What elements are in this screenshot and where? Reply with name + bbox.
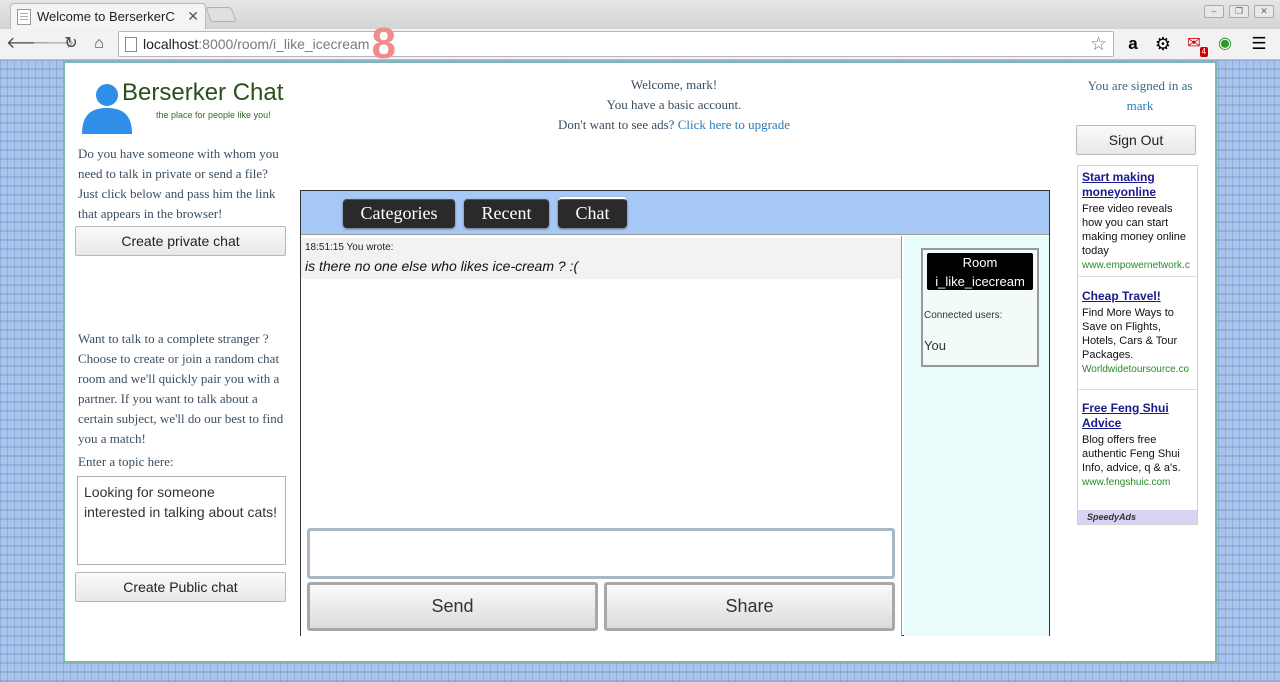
close-icon[interactable]: ✕ bbox=[187, 8, 199, 25]
tab-recent[interactable]: Recent bbox=[464, 199, 549, 228]
message-input[interactable] bbox=[307, 528, 895, 579]
tab-chat[interactable]: Chat bbox=[558, 197, 627, 228]
room-info-pane: Room i_like_icecream Connected users: Yo… bbox=[904, 236, 1049, 636]
topic-label: Enter a topic here: bbox=[78, 454, 174, 469]
site-tagline: the place for people like you! bbox=[156, 110, 271, 120]
address-bar[interactable]: localhost:8000/room/i_like_icecream 8 ☆ bbox=[118, 19, 1114, 68]
chat-tab-bar: Categories Recent Chat bbox=[301, 191, 1049, 235]
send-button[interactable]: Send bbox=[307, 582, 598, 631]
mail-icon[interactable]: ✉ 4 bbox=[1184, 34, 1208, 57]
room-name: i_like_icecream bbox=[935, 274, 1025, 289]
url-path: :8000/room/i_like_icecream bbox=[198, 36, 370, 52]
message-area: 18:51:15 You wrote: is there no one else… bbox=[301, 236, 902, 636]
message-text: is there no one else who likes ice-cream… bbox=[305, 258, 579, 274]
chat-panel: Categories Recent Chat 18:51:15 You wrot… bbox=[300, 190, 1050, 636]
bookmark-star-icon[interactable]: ☆ bbox=[1090, 33, 1107, 56]
signed-in-label: You are signed in as bbox=[1087, 78, 1193, 93]
ad-url[interactable]: Worldwidetoursource.co bbox=[1082, 364, 1193, 375]
ad-item[interactable]: Free Feng Shui Advice Blog offers free a… bbox=[1078, 397, 1197, 507]
menu-icon[interactable]: ☰ bbox=[1249, 34, 1269, 54]
page-content: Berserker Chat the place for people like… bbox=[63, 61, 1217, 663]
private-chat-description: Do you have someone with whom you need t… bbox=[78, 146, 279, 221]
topic-input[interactable]: Looking for someone interested in talkin… bbox=[77, 476, 286, 565]
upgrade-line: Don't want to see ads? Click here to upg… bbox=[495, 115, 853, 135]
room-name-badge: Room i_like_icecream bbox=[927, 253, 1033, 290]
connected-users-label: Connected users: bbox=[924, 310, 1003, 321]
home-icon[interactable]: ⌂ bbox=[88, 33, 110, 55]
ad-title[interactable]: Free Feng Shui Advice bbox=[1082, 401, 1193, 431]
ads-footer-logo[interactable]: SpeedyAds bbox=[1078, 510, 1197, 524]
create-public-chat-button[interactable]: Create Public chat bbox=[75, 572, 286, 602]
url-host: localhost bbox=[143, 36, 199, 52]
create-private-chat-button[interactable]: Create private chat bbox=[75, 226, 286, 256]
reload-icon[interactable]: ↻ bbox=[60, 33, 82, 55]
mail-count-badge: 4 bbox=[1199, 47, 1208, 57]
ad-body: Blog offers free authentic Feng Shui Inf… bbox=[1082, 434, 1181, 474]
message-time: 18:51:15 bbox=[305, 242, 344, 253]
close-window-icon[interactable]: ✕ bbox=[1254, 5, 1274, 18]
signed-in-block: You are signed in as mark bbox=[1075, 76, 1205, 116]
ad-url[interactable]: www.empowernetwork.c bbox=[1082, 260, 1193, 271]
forward-icon[interactable]: 🡒 bbox=[32, 33, 75, 55]
back-icon[interactable]: 🡐 bbox=[6, 33, 49, 55]
gear-icon[interactable]: ⚙ bbox=[1153, 34, 1173, 54]
restore-icon[interactable]: ❐ bbox=[1229, 5, 1249, 18]
welcome-line: Welcome, mark! bbox=[630, 77, 718, 92]
ad-title[interactable]: Cheap Travel! bbox=[1082, 289, 1193, 304]
share-button[interactable]: Share bbox=[604, 582, 895, 631]
upgrade-link[interactable]: Click here to upgrade bbox=[678, 117, 790, 132]
chat-message: 18:51:15 You wrote: is there no one else… bbox=[301, 238, 901, 279]
stranger-chat-description: Want to talk to a complete stranger ? Ch… bbox=[78, 331, 284, 446]
sign-out-button[interactable]: Sign Out bbox=[1076, 125, 1196, 155]
room-box: Room i_like_icecream Connected users: Yo… bbox=[921, 248, 1039, 367]
room-label: Room bbox=[962, 255, 998, 270]
page-icon bbox=[125, 36, 137, 52]
connected-user: You bbox=[924, 338, 946, 353]
browser-toolbar: 🡐 🡒 ↻ ⌂ localhost:8000/room/i_like_icecr… bbox=[0, 19, 1280, 68]
browser-tabstrip: Welcome to BerserkerC ✕ – ❐ ✕ bbox=[0, 0, 1280, 29]
upgrade-prompt: Don't want to see ads? bbox=[558, 117, 675, 132]
message-author: You wrote: bbox=[346, 242, 394, 253]
site-title: Berserker Chat bbox=[122, 79, 284, 106]
tab-categories[interactable]: Categories bbox=[343, 199, 455, 228]
ad-body: Free video reveals how you can start mak… bbox=[1082, 203, 1186, 257]
signed-in-username: mark bbox=[1126, 98, 1154, 113]
extension-icon[interactable]: ◉ bbox=[1215, 34, 1235, 54]
ad-url[interactable]: www.fengshuic.com bbox=[1082, 477, 1193, 488]
ad-body: Find More Ways to Save on Flights, Hotel… bbox=[1082, 307, 1178, 361]
ad-item[interactable]: Start making moneyonline Free video reve… bbox=[1078, 166, 1197, 277]
minimize-icon[interactable]: – bbox=[1204, 5, 1224, 18]
browser-tab[interactable]: Welcome to BerserkerC ✕ bbox=[10, 3, 206, 29]
page-icon bbox=[17, 8, 31, 25]
account-type-line: You have a basic account. bbox=[606, 97, 742, 112]
new-tab-button[interactable] bbox=[205, 7, 237, 22]
url-badge: 8 bbox=[371, 19, 396, 68]
ad-title[interactable]: Start making moneyonline bbox=[1082, 170, 1193, 200]
welcome-block: Welcome, mark! You have a basic account.… bbox=[495, 75, 853, 135]
ad-item[interactable]: Cheap Travel! Find More Ways to Save on … bbox=[1078, 285, 1197, 390]
ads-sidebar: Start making moneyonline Free video reve… bbox=[1077, 165, 1198, 525]
tab-title: Welcome to BerserkerC bbox=[37, 9, 175, 24]
message-meta: 18:51:15 You wrote: bbox=[305, 242, 897, 253]
amazon-icon[interactable]: a bbox=[1123, 34, 1143, 54]
